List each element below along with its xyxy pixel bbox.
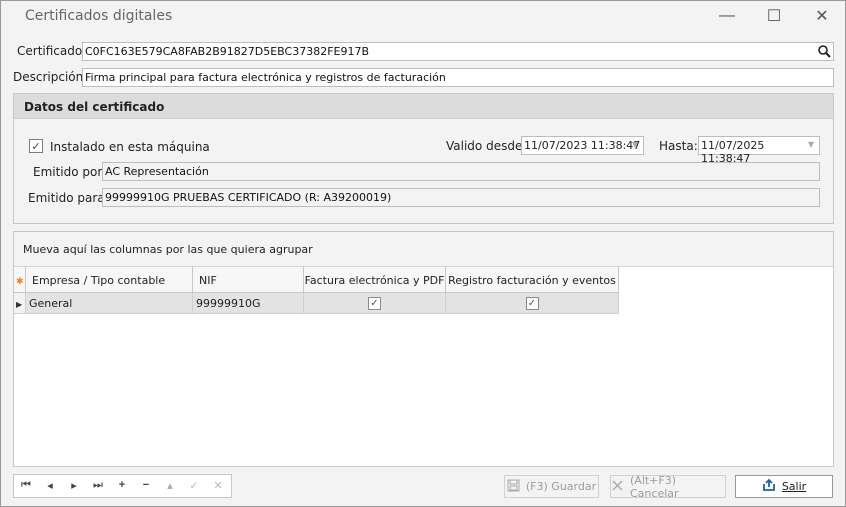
search-icon[interactable]	[817, 44, 831, 60]
table-cell-empresa[interactable]: General	[26, 293, 193, 314]
cancelar-button[interactable]: (Alt+F3) Cancelar	[610, 473, 726, 500]
group-header: Datos del certificado	[14, 94, 833, 119]
prev-record-icon[interactable]: ◂	[41, 479, 59, 492]
guardar-label: (F3) Guardar	[525, 480, 597, 493]
grid-panel: Mueva aquí las columnas por las que quie…	[13, 231, 834, 467]
factura-checkbox[interactable]: ✓	[368, 297, 381, 310]
chevron-down-icon[interactable]: ▼	[632, 140, 638, 149]
group-by-panel[interactable]: Mueva aquí las columnas por las que quie…	[14, 232, 833, 267]
chevron-down-icon[interactable]: ▼	[808, 140, 814, 149]
column-header-factura[interactable]: Factura electrónica y PDF	[304, 267, 446, 293]
emitido-por-field: AC Representación	[102, 162, 820, 181]
check-icon: ✓	[31, 140, 41, 153]
certificados-window: Certificados digitales — ☐ ✕ Certificado…	[0, 0, 846, 507]
instalado-checkbox[interactable]: ✓	[29, 139, 43, 153]
group-by-hint: Mueva aquí las columnas por las que quie…	[23, 243, 313, 256]
group-title: Datos del certificado	[24, 100, 165, 114]
table-cell-nif[interactable]: 99999910G	[193, 293, 304, 314]
window-title: Certificados digitales	[25, 8, 173, 24]
add-record-icon[interactable]: +	[113, 479, 131, 491]
guardar-button[interactable]: (F3) Guardar	[504, 475, 599, 498]
table-cell-factura[interactable]: ✓	[304, 293, 446, 314]
hasta-label: Hasta:	[659, 139, 698, 153]
next-record-icon[interactable]: ▸	[65, 479, 83, 492]
valido-desde-field[interactable]: 11/07/2023 11:38:47 ▼	[521, 136, 644, 155]
column-header-empresa[interactable]: Empresa / Tipo contable	[26, 267, 193, 293]
emitido-para-field: 99999910G PRUEBAS CERTIFICADO (R: A39200…	[102, 188, 820, 207]
close-button[interactable]: ✕	[812, 6, 832, 26]
save-icon	[507, 479, 520, 495]
registro-checkbox[interactable]: ✓	[525, 297, 539, 310]
caret-right-icon: ▶	[16, 300, 23, 309]
title-bar: Certificados digitales — ☐ ✕	[1, 1, 845, 31]
datos-certificado-group: Datos del certificado ✓ Instalado en est…	[13, 93, 834, 224]
instalado-label: Instalado en esta máquina	[50, 140, 210, 154]
delete-record-icon[interactable]: −	[137, 479, 155, 491]
salir-button[interactable]: Salir	[735, 475, 833, 498]
column-header-nif[interactable]: NIF	[193, 267, 304, 293]
column-header-registro[interactable]: Registro facturación y eventos	[446, 267, 619, 293]
table-cell-registro[interactable]: ✓	[446, 293, 619, 314]
maximize-button[interactable]: ☐	[764, 6, 784, 26]
cancel-record-icon[interactable]: ✕	[209, 479, 227, 492]
row-indicator-header: ✱	[14, 267, 26, 293]
edit-record-icon[interactable]: ▴	[161, 479, 179, 492]
descripcion-field[interactable]: Firma principal para factura electrónica…	[82, 68, 834, 87]
last-record-icon[interactable]: ⏭	[89, 479, 107, 492]
hasta-field[interactable]: 11/07/2025 11:38:47 ▼	[698, 136, 820, 165]
cancel-icon	[611, 479, 624, 495]
first-record-icon[interactable]: ⏮	[17, 479, 35, 492]
certificado-field[interactable]: C0FC163E579CA8FAB2B91827D5EBC37382FE917B	[82, 42, 834, 61]
salir-label: Salir	[781, 480, 807, 493]
descripcion-label: Descripción:	[13, 70, 88, 84]
certificado-label: Certificado:	[17, 44, 87, 58]
exit-icon	[762, 478, 776, 495]
valido-desde-value: 11/07/2023 11:38:47	[524, 139, 641, 152]
certificado-value: C0FC163E579CA8FAB2B91827D5EBC37382FE917B	[85, 45, 370, 58]
minimize-button[interactable]: —	[717, 6, 737, 26]
emitido-por-label: Emitido por:	[33, 165, 107, 179]
record-navigator: ⏮ ◂ ▸ ⏭ + − ▴ ✓ ✕	[13, 474, 232, 498]
cancelar-label: (Alt+F3) Cancelar	[630, 473, 679, 500]
emitido-para-label: Emitido para:	[28, 191, 109, 205]
row-indicator[interactable]: ▶	[14, 293, 26, 314]
post-record-icon[interactable]: ✓	[185, 479, 203, 492]
valido-desde-label: Valido desde:	[446, 139, 527, 153]
asterisk-icon: ✱	[16, 277, 24, 287]
